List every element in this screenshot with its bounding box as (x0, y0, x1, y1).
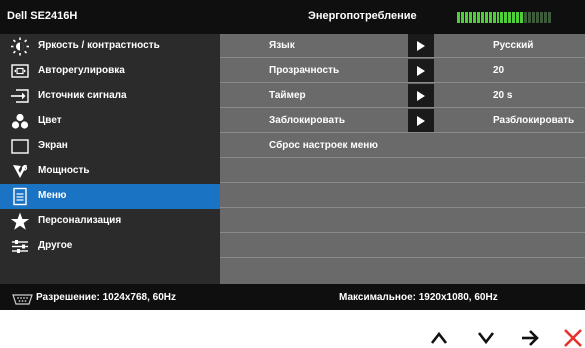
energy-meter-segment (540, 12, 543, 23)
row-arrow-button[interactable] (408, 84, 434, 107)
menu-icon (10, 187, 30, 206)
chevron-down-icon (477, 332, 495, 345)
energy-meter-segment (492, 12, 496, 23)
row-value: 20 (493, 65, 505, 76)
energy-meter-segment (520, 12, 524, 23)
row-arrow-button[interactable] (408, 34, 434, 57)
current-resolution: Разрешение: 1024x768, 60Hz (36, 292, 177, 303)
energy-meter-segment (528, 12, 532, 23)
sidebar-item-label: Экран (38, 140, 68, 151)
title-bar: Dell SE2416H Энергопотребление (0, 0, 585, 34)
energy-meter-segment (524, 12, 528, 23)
energy-meter-segment (488, 12, 492, 23)
sidebar-item-label: Мощность (38, 165, 90, 176)
chevron-right-icon (417, 91, 425, 101)
star-icon (10, 212, 30, 231)
display-icon (10, 137, 30, 156)
energy-meter-segment (484, 12, 488, 23)
sidebar-item-personalize[interactable]: Персонализация (0, 209, 220, 234)
row-value: Разблокировать (493, 115, 575, 126)
row-label: Язык (269, 40, 295, 51)
energy-meter-segment (457, 12, 460, 23)
auto-adjust-icon (10, 62, 30, 81)
energy-meter-segment (504, 12, 508, 23)
row-value: 20 s (493, 90, 513, 101)
energy-meter-segment (543, 12, 547, 23)
close-icon (564, 329, 582, 347)
color-icon (10, 112, 30, 131)
energy-meter-segment (468, 12, 472, 23)
sidebar-item-label: Меню (38, 190, 67, 201)
sidebar-item-power[interactable]: Мощность (0, 159, 220, 184)
sidebar-item-display[interactable]: Экран (0, 134, 220, 159)
energy-meter-segment (536, 12, 540, 23)
energy-meter-segment (472, 12, 476, 23)
menu-row-empty (220, 259, 585, 283)
menu-row-empty (220, 184, 585, 208)
sidebar: Яркость / контрастность Авторегулировка … (0, 34, 220, 284)
menu-row-empty (220, 209, 585, 233)
energy-meter-segment (532, 12, 536, 23)
enter-button[interactable] (520, 328, 540, 348)
sidebar-item-label: Персонализация (38, 215, 122, 226)
sidebar-item-label: Авторегулировка (38, 65, 125, 76)
row-label: Заблокировать (269, 115, 346, 126)
osd-control-buttons (0, 310, 585, 348)
sidebar-item-color[interactable]: Цвет (0, 109, 220, 134)
down-button[interactable] (476, 328, 496, 348)
sidebar-item-brightness-contrast[interactable]: Яркость / контрастность (0, 34, 220, 59)
row-arrow-button[interactable] (408, 109, 434, 132)
chevron-right-icon (417, 116, 425, 126)
energy-meter-segment (480, 12, 484, 23)
energy-meter (457, 12, 551, 23)
energy-meter-segment (500, 12, 504, 23)
chevron-up-icon (430, 331, 448, 344)
input-source-icon (10, 87, 30, 106)
energy-meter-segment (547, 12, 551, 23)
osd-window: Dell SE2416H Энергопотребление Яркость /… (0, 0, 585, 310)
menu-row-timer[interactable]: Таймер 20 s (220, 84, 585, 108)
sidebar-item-label: Другое (38, 240, 73, 251)
connector-icon (12, 292, 33, 305)
energy-meter-segment (516, 12, 520, 23)
menu-row-reset[interactable]: Сброс настроек меню (220, 134, 585, 158)
chevron-right-icon (417, 41, 425, 51)
power-icon (10, 162, 30, 181)
menu-settings-panel: Язык Русский Прозрачность 20 Таймер 20 s… (220, 34, 585, 284)
row-label: Прозрачность (269, 65, 340, 76)
sliders-icon (10, 237, 30, 256)
menu-row-lock[interactable]: Заблокировать Разблокировать (220, 109, 585, 133)
exit-button[interactable] (563, 328, 583, 348)
row-arrow-button[interactable] (408, 59, 434, 82)
row-label: Таймер (269, 90, 306, 101)
menu-row-transparency[interactable]: Прозрачность 20 (220, 59, 585, 83)
energy-meter-segment (464, 12, 468, 23)
sidebar-item-input-source[interactable]: Источник сигнала (0, 84, 220, 109)
energy-meter-segment (508, 12, 512, 23)
energy-label: Энергопотребление (308, 10, 417, 22)
sidebar-item-auto-adjust[interactable]: Авторегулировка (0, 59, 220, 84)
sidebar-item-menu[interactable]: Меню (0, 184, 220, 209)
up-button[interactable] (429, 328, 449, 348)
energy-meter-segment (460, 12, 464, 23)
monitor-model: Dell SE2416H (7, 10, 78, 22)
arrow-right-icon (522, 330, 539, 346)
sidebar-item-label: Яркость / контрастность (38, 40, 160, 51)
row-value: Русский (493, 40, 534, 51)
menu-row-empty (220, 159, 585, 183)
chevron-right-icon (417, 66, 425, 76)
sidebar-item-label: Цвет (38, 115, 62, 126)
status-bar: Разрешение: 1024x768, 60Hz Максимальное:… (0, 284, 585, 310)
maximum-resolution: Максимальное: 1920x1080, 60Hz (339, 292, 498, 303)
energy-meter-segment (476, 12, 480, 23)
energy-meter-segment (496, 12, 500, 23)
row-label: Сброс настроек меню (269, 140, 378, 151)
menu-row-language[interactable]: Язык Русский (220, 34, 585, 58)
energy-meter-segment (512, 12, 516, 23)
brightness-icon (10, 37, 30, 56)
menu-row-empty (220, 234, 585, 258)
sidebar-item-other[interactable]: Другое (0, 234, 220, 259)
sidebar-item-label: Источник сигнала (38, 90, 127, 101)
